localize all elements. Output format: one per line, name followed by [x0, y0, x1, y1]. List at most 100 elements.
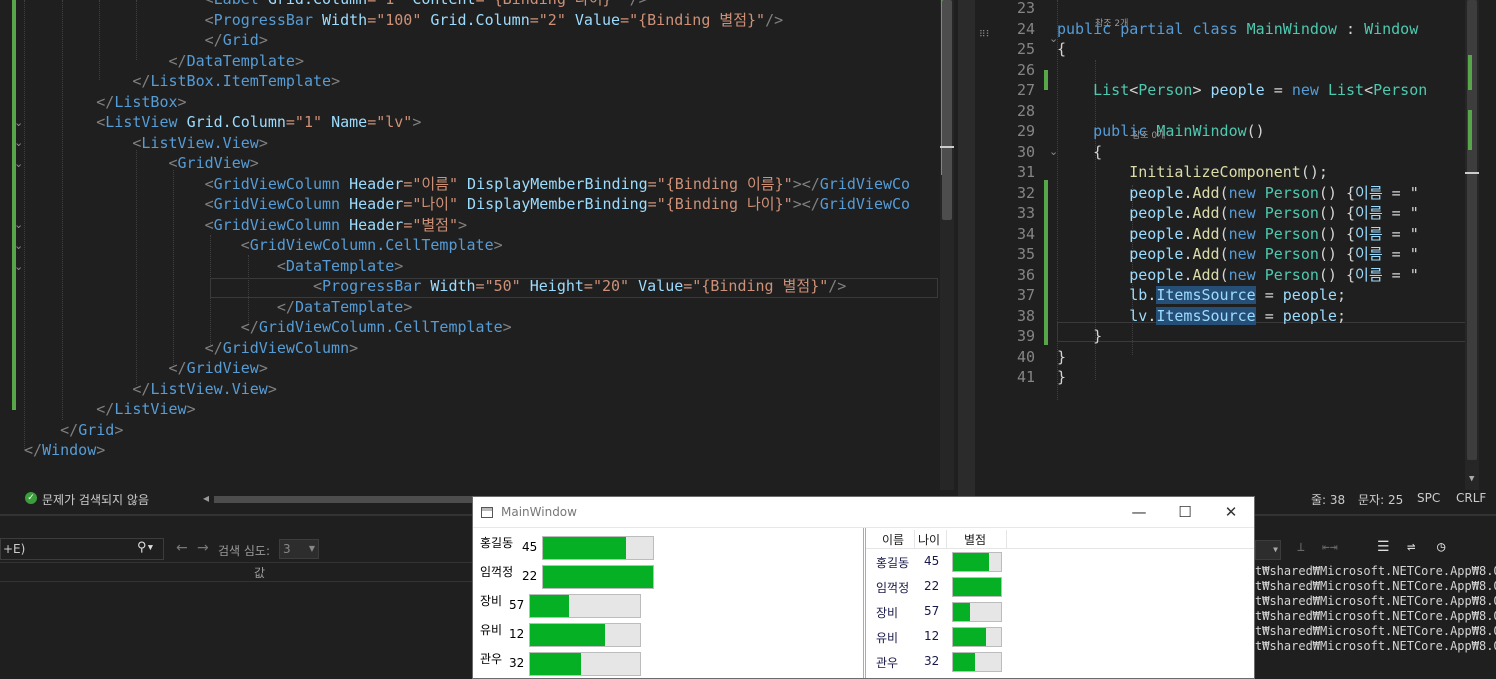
people-listview[interactable]: 이름 나이 별점 홍길동 45 임꺽정 22 장비 57 유비 12 관우 32: [865, 528, 1254, 678]
whitespace-mode[interactable]: SPC: [1417, 491, 1440, 505]
code-line[interactable]: lb.ItemsSource = people;: [1057, 285, 1427, 306]
listbox-item[interactable]: 홍길동 45: [473, 534, 863, 562]
search-input[interactable]: +E) ⚲▾: [0, 538, 164, 560]
forward-arrow-icon[interactable]: →: [197, 540, 209, 556]
people-listbox[interactable]: 홍길동 45 임꺽정 22 장비 57 유비 12 관우 32: [473, 528, 864, 678]
search-depth-select[interactable]: 3 ▼: [279, 539, 319, 559]
code-line[interactable]: <ListView Grid.Column="1" Name="lv">: [24, 112, 910, 133]
code-line[interactable]: </Grid>: [24, 420, 910, 441]
search-icon[interactable]: ⚲▾: [137, 540, 154, 555]
code-line[interactable]: <ListView.View>: [24, 133, 910, 154]
cs-editor[interactable]: 23 24 25 26 27 28 29 30 31 32 33 34 35 36 37 38 39 40 41 ⠿…: [975, 0, 1496, 490]
code-line[interactable]: <GridViewColumn Header="나이" DisplayMembe…: [24, 194, 910, 215]
code-line[interactable]: <Label Grid.Column="1" Content="{Binding…: [24, 0, 910, 10]
code-line[interactable]: <GridViewColumn Header="별점">: [24, 215, 910, 236]
code-line[interactable]: {: [1057, 39, 1427, 60]
column-header[interactable]: 별점: [964, 531, 986, 548]
code-line[interactable]: [1057, 101, 1427, 122]
no-issues-text[interactable]: 문제가 검색되지 않음: [42, 491, 149, 508]
listbox-item[interactable]: 유비 12: [473, 621, 863, 649]
code-token: >: [258, 359, 268, 377]
cursor-line[interactable]: 줄: 38: [1311, 491, 1345, 508]
code-line[interactable]: </GridViewColumn.CellTemplate>: [24, 317, 910, 338]
progress-fill: [953, 653, 976, 671]
code-line[interactable]: <DataTemplate>: [24, 256, 910, 277]
code-line[interactable]: people.Add(new Person() {이름 = ": [1057, 244, 1427, 265]
code-token: :: [1346, 19, 1365, 38]
close-button[interactable]: ✕: [1208, 497, 1254, 527]
fold-chevron-icon[interactable]: ⌄: [14, 136, 23, 149]
listview-row[interactable]: 홍길동 45: [866, 550, 1254, 574]
listbox-item[interactable]: 관우 32: [473, 650, 863, 678]
cs-vertical-scrollbar[interactable]: ▼: [1465, 0, 1479, 490]
listbox-item[interactable]: 임꺽정 22: [473, 563, 863, 591]
minimize-button[interactable]: —: [1116, 497, 1162, 527]
window-titlebar[interactable]: MainWindow — ☐ ✕: [473, 497, 1254, 528]
code-line[interactable]: </ListBox>: [24, 92, 910, 113]
listview-row[interactable]: 관우 32: [866, 650, 1254, 674]
code-token: people: [1129, 265, 1184, 284]
back-arrow-icon[interactable]: ←: [176, 540, 188, 556]
code-line[interactable]: InitializeComponent();: [1057, 162, 1427, 183]
column-header[interactable]: 나이: [918, 531, 940, 548]
code-line[interactable]: </GridViewColumn>: [24, 338, 910, 359]
scroll-left-icon[interactable]: ◂: [203, 491, 209, 505]
fold-chevron-icon[interactable]: ⌄: [14, 116, 23, 129]
code-line[interactable]: [1057, 60, 1427, 81]
code-line[interactable]: </Grid>: [24, 30, 910, 51]
listview-row[interactable]: 유비 12: [866, 625, 1254, 649]
editor-splitter[interactable]: [958, 0, 975, 510]
code-line[interactable]: </DataTemplate>: [24, 297, 910, 318]
code-line[interactable]: </Window>: [24, 440, 910, 461]
code-lens-icon[interactable]: ⠿⠇: [979, 30, 992, 40]
code-line[interactable]: public MainWindow(): [1057, 121, 1427, 142]
fold-chevron-icon[interactable]: ⌄: [14, 260, 23, 273]
find-next-icon[interactable]: ⇤⇥: [1322, 540, 1338, 555]
code-line[interactable]: <GridViewColumn.CellTemplate>: [24, 235, 910, 256]
code-line[interactable]: <ProgressBar Width="100" Grid.Column="2"…: [24, 10, 910, 31]
xaml-vertical-scrollbar[interactable]: [940, 0, 954, 490]
code-line[interactable]: </ListView>: [24, 399, 910, 420]
code-line[interactable]: <GridViewColumn Header="이름" DisplayMembe…: [24, 174, 910, 195]
code-line[interactable]: </DataTemplate>: [24, 51, 910, 72]
xaml-editor[interactable]: ⌄ ⌄ ⌄ ⌄ ⌄ ⌄ <Label Grid.Column="1" Conte…: [0, 0, 958, 490]
column-header[interactable]: 이름: [882, 531, 904, 548]
person-age: 22: [522, 569, 538, 583]
word-wrap-icon[interactable]: ⇌: [1407, 539, 1415, 555]
clear-all-icon[interactable]: ☰: [1377, 539, 1390, 555]
line-ending-mode[interactable]: CRLF: [1456, 491, 1486, 505]
find-prev-icon[interactable]: ⊥: [1297, 540, 1305, 555]
code-line[interactable]: [1057, 0, 1427, 19]
cursor-column[interactable]: 문자: 25: [1358, 491, 1403, 508]
code-line[interactable]: {: [1057, 142, 1427, 163]
code-line[interactable]: </ListBox.ItemTemplate>: [24, 71, 910, 92]
fold-chevron-icon[interactable]: ⌄: [14, 239, 23, 252]
code-line[interactable]: List<Person> people = new List<Person: [1057, 80, 1427, 101]
code-token: Width: [430, 277, 476, 295]
code-line[interactable]: people.Add(new Person() {이름 = ": [1057, 183, 1427, 204]
code-line[interactable]: <ProgressBar Width="50" Height="20" Valu…: [24, 276, 910, 297]
code-line[interactable]: }: [1057, 367, 1427, 388]
code-line[interactable]: </ListView.View>: [24, 379, 910, 400]
fold-chevron-icon[interactable]: ⌄: [14, 157, 23, 170]
main-window[interactable]: MainWindow — ☐ ✕ 홍길동 45 임꺽정 22 장비 57 유비 12 관우 32 …: [472, 496, 1255, 679]
listview-row[interactable]: 임꺽정 22: [866, 575, 1254, 599]
code-line[interactable]: people.Add(new Person() {이름 = ": [1057, 224, 1427, 245]
listbox-item[interactable]: 장비 57: [473, 592, 863, 620]
maximize-button[interactable]: ☐: [1162, 497, 1208, 527]
scroll-down-icon[interactable]: ▼: [1469, 474, 1474, 484]
code-line[interactable]: people.Add(new Person() {이름 = ": [1057, 265, 1427, 286]
code-line[interactable]: </GridView>: [24, 358, 910, 379]
code-line[interactable]: people.Add(new Person() {이름 = ": [1057, 203, 1427, 224]
code-line[interactable]: }: [1057, 326, 1427, 347]
code-line[interactable]: public partial class MainWindow : Window: [1057, 19, 1427, 40]
listview-row[interactable]: 장비 57: [866, 600, 1254, 624]
code-line[interactable]: <GridView>: [24, 153, 910, 174]
fold-chevron-icon[interactable]: ⌄: [14, 218, 23, 231]
history-icon[interactable]: ◷: [1437, 539, 1445, 555]
output-source-select[interactable]: ▼: [1255, 540, 1281, 560]
code-line[interactable]: }: [1057, 347, 1427, 368]
code-line[interactable]: lv.ItemsSource = people;: [1057, 306, 1427, 327]
code-token: </: [276, 297, 295, 316]
cs-code: public partial class MainWindow : Window…: [1057, 0, 1427, 388]
